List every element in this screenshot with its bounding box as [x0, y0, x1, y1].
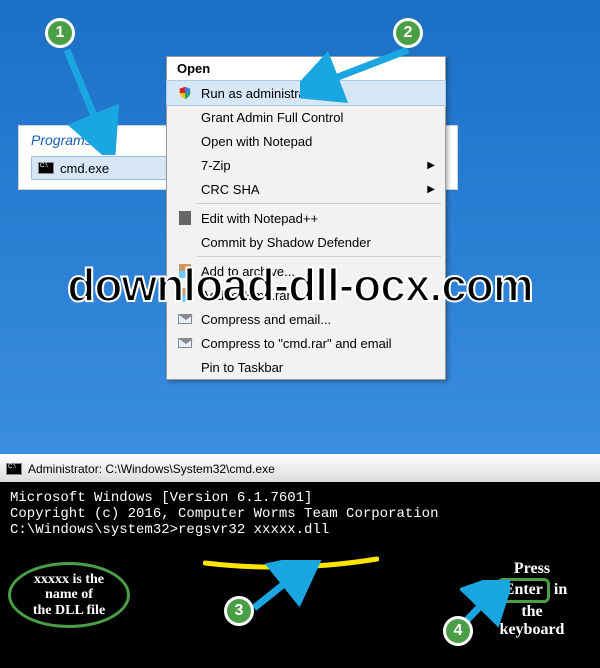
console-prompt: C:\Windows\system32>regsvr32 xxxxx.dll [10, 522, 590, 538]
menu-separator [197, 256, 441, 257]
step-badge-4: 4 [443, 616, 473, 646]
cmd-icon [38, 162, 54, 174]
menu-item-label: Commit by Shadow Defender [201, 235, 371, 250]
mail-icon [175, 311, 195, 327]
shield-icon [175, 85, 195, 101]
menu-item-label: Pin to Taskbar [201, 360, 283, 375]
console-line: Copyright (c) 2016, Computer Worms Team … [10, 506, 590, 522]
menu-open-with-notepad[interactable]: Open with Notepad [167, 129, 445, 153]
console-line: Microsoft Windows [Version 6.1.7601] [10, 490, 590, 506]
menu-compress-rar-email[interactable]: Compress to "cmd.rar" and email [167, 331, 445, 355]
menu-crc-sha[interactable]: CRC SHA ▶ [167, 177, 445, 201]
menu-commit-shadow[interactable]: Commit by Shadow Defender [167, 230, 445, 254]
arrow-1 [62, 45, 122, 155]
menu-grant-admin-full[interactable]: Grant Admin Full Control [167, 105, 445, 129]
step-badge-2: 2 [393, 18, 423, 48]
blank-icon [175, 109, 195, 125]
step-badge-3: 3 [224, 596, 254, 626]
menu-item-label: 7-Zip [201, 158, 231, 173]
mail-icon [175, 335, 195, 351]
menu-separator [197, 203, 441, 204]
menu-7zip[interactable]: 7-Zip ▶ [167, 153, 445, 177]
submenu-arrow-icon: ▶ [427, 160, 435, 171]
menu-item-label: Open with Notepad [201, 134, 312, 149]
cmd-title-text: Administrator: C:\Windows\System32\cmd.e… [28, 462, 275, 476]
blank-icon [175, 234, 195, 250]
blank-icon [175, 359, 195, 375]
menu-item-label: Compress and email... [201, 312, 331, 327]
step-badge-1: 1 [45, 18, 75, 48]
submenu-arrow-icon: ▶ [427, 184, 435, 195]
watermark-text: download-dll-ocx.com [0, 258, 600, 312]
menu-edit-notepadpp[interactable]: Edit with Notepad++ [167, 206, 445, 230]
menu-item-label: Edit with Notepad++ [201, 211, 318, 226]
menu-pin-to-taskbar[interactable]: Pin to Taskbar [167, 355, 445, 379]
notepad-icon [175, 210, 195, 226]
blank-icon [175, 133, 195, 149]
menu-item-label: Grant Admin Full Control [201, 110, 343, 125]
blank-icon [175, 157, 195, 173]
menu-item-label: CRC SHA [201, 182, 260, 197]
desktop-background: 1 2 Programs (1) cmd.exe Open Run as adm… [0, 0, 600, 454]
blank-icon [175, 181, 195, 197]
cmd-title-bar[interactable]: Administrator: C:\Windows\System32\cmd.e… [0, 454, 600, 482]
annotation-dll-name: xxxxx is the name of the DLL file [8, 562, 130, 628]
arrow-3 [246, 560, 326, 620]
menu-item-label: Compress to "cmd.rar" and email [201, 336, 392, 351]
cmd-icon [6, 463, 22, 475]
program-item-label: cmd.exe [60, 161, 109, 176]
arrow-2 [300, 45, 420, 105]
